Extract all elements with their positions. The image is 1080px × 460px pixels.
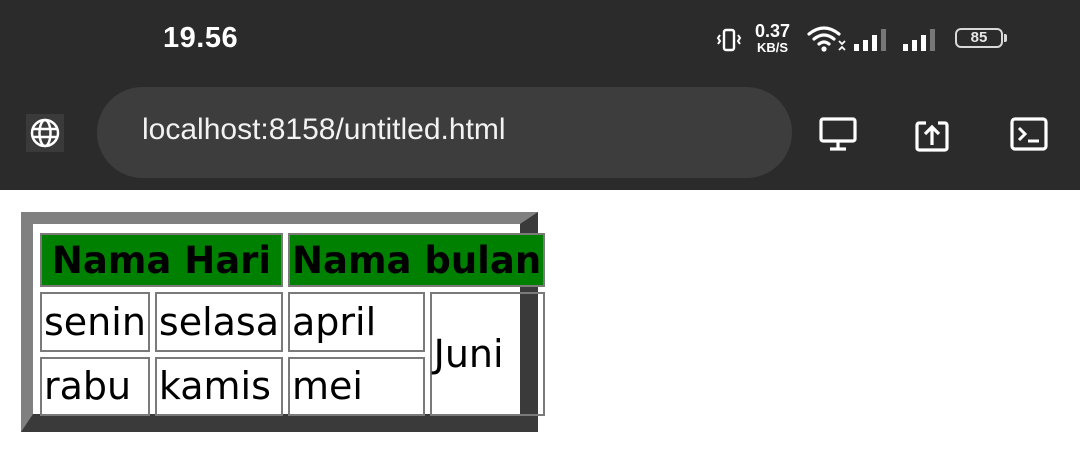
browser-chrome: 19.56 0.37 KB/S 85 localhost:8158/untitl… — [0, 0, 1080, 190]
url-text[interactable]: localhost:8158/untitled.html — [142, 113, 506, 147]
table-cell: april — [288, 292, 425, 352]
console-icon[interactable] — [1007, 112, 1051, 156]
vibrate-icon — [716, 27, 742, 58]
table-cell: kamis — [154, 356, 284, 416]
status-time: 19.56 — [163, 22, 239, 54]
table-cell: senin — [40, 292, 150, 352]
table-frame: Nama Hari Nama bulan senin selasa april … — [21, 212, 546, 432]
table-cell: rabu — [40, 356, 150, 416]
share-icon[interactable] — [910, 112, 954, 156]
battery-icon: 85 — [955, 28, 1007, 50]
signal-icon — [901, 28, 941, 57]
battery-level: 85 — [955, 28, 1003, 48]
net-speed-unit: KB/S — [756, 40, 789, 55]
header-nama-hari: Nama Hari — [40, 233, 284, 287]
desktop-icon[interactable] — [816, 112, 860, 156]
globe-icon[interactable] — [26, 114, 64, 152]
network-speed: 0.37 KB/S — [755, 22, 790, 54]
header-nama-bulan: Nama bulan — [288, 233, 546, 287]
table-cell: selasa — [154, 292, 284, 352]
table-header-row: Nama Hari Nama bulan — [40, 233, 546, 287]
net-speed-value: 0.37 — [755, 21, 791, 41]
address-bar[interactable]: localhost:8158/untitled.html — [97, 87, 792, 178]
data-table: Nama Hari Nama bulan senin selasa april … — [35, 228, 550, 421]
table-cell: mei — [288, 356, 425, 416]
wifi-icon — [806, 24, 846, 59]
table-cell-merged: Juni — [429, 292, 546, 416]
table-row: senin selasa april Juni — [40, 292, 546, 416]
signal-icon — [852, 28, 892, 57]
